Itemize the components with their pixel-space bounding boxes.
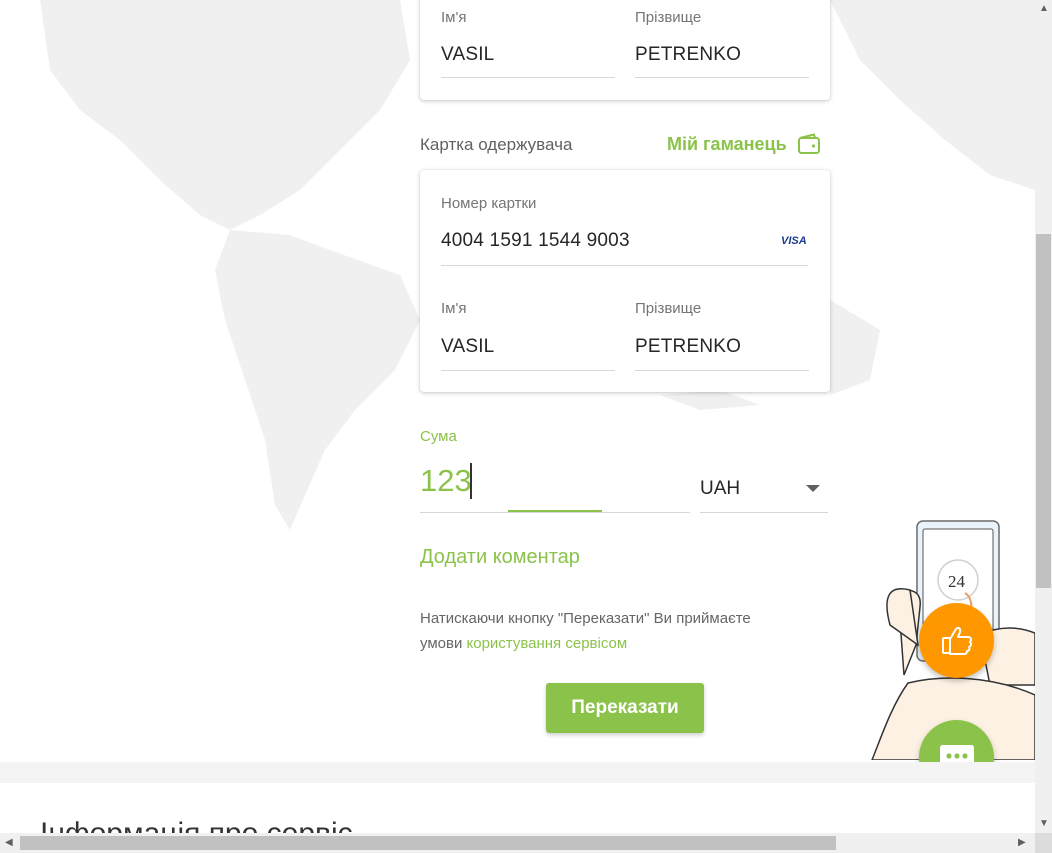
horizontal-scroll-thumb[interactable]	[20, 836, 836, 850]
sender-first-name-underline	[441, 77, 615, 78]
terms-text: Натискаючи кнопку "Переказати" Ви прийма…	[420, 606, 820, 656]
section-divider	[0, 762, 1035, 783]
recipient-first-name-label: Ім'я	[441, 300, 467, 317]
recipient-section-label: Картка одержувача	[420, 135, 573, 154]
scroll-down-arrow-icon[interactable]: ▼	[1039, 818, 1049, 829]
terms-line-1: Натискаючи кнопку "Переказати" Ви прийма…	[420, 610, 751, 627]
card-number-label: Номер картки	[441, 195, 537, 212]
promo-phone-text: 24	[948, 572, 966, 591]
wallet-icon	[797, 133, 820, 154]
amount-focus-underline	[508, 510, 602, 512]
transfer-button[interactable]: Переказати	[546, 683, 704, 733]
recipient-last-name-underline	[635, 370, 809, 371]
terms-link[interactable]: користування сервісом	[467, 635, 628, 652]
vertical-scroll-thumb[interactable]	[1036, 234, 1051, 588]
scroll-right-arrow-icon[interactable]: ▶	[1018, 837, 1026, 848]
recipient-first-name-field[interactable]: VASIL	[441, 336, 494, 358]
vertical-scrollbar[interactable]: ▲ ▼	[1035, 0, 1052, 833]
scrollbar-corner	[1035, 833, 1052, 853]
sender-last-name-field[interactable]: PETRENKO	[635, 44, 741, 66]
text-cursor	[470, 463, 472, 499]
sender-last-name-underline	[635, 77, 809, 78]
currency-value: UAH	[700, 478, 741, 499]
recipient-first-name-underline	[441, 370, 615, 371]
currency-select[interactable]: UAH	[700, 460, 828, 513]
sender-first-name-field[interactable]: VASIL	[441, 44, 494, 66]
currency-underline	[700, 512, 828, 513]
add-comment-link[interactable]: Додати коментар	[420, 546, 580, 569]
my-wallet-label: Мій гаманець	[667, 133, 787, 154]
recipient-last-name-field[interactable]: PETRENKO	[635, 336, 741, 358]
terms-line-2: умови користування сервісом	[420, 631, 820, 656]
amount-underline	[420, 512, 690, 513]
amount-label: Сума	[420, 428, 457, 445]
my-wallet-link[interactable]: Мій гаманець	[667, 133, 821, 155]
recipient-card: Номер картки 4004 1591 1544 9003 VISA Ім…	[420, 170, 830, 392]
scroll-left-arrow-icon[interactable]: ◀	[5, 837, 13, 848]
caret-down-icon	[806, 485, 820, 492]
amount-input[interactable]: 123	[420, 460, 690, 513]
info-heading: Інформація про сервіс	[40, 817, 353, 833]
scroll-up-arrow-icon[interactable]: ▲	[1039, 3, 1049, 14]
recipient-last-name-label: Прізвище	[635, 300, 702, 317]
info-section: Інформація про сервіс	[0, 783, 1035, 833]
visa-logo: VISA	[781, 235, 807, 247]
like-button[interactable]	[919, 603, 994, 678]
horizontal-scrollbar[interactable]: ◀ ▶	[0, 833, 1035, 853]
thumbs-up-icon	[941, 626, 972, 655]
card-number-field[interactable]: 4004 1591 1544 9003	[441, 230, 630, 252]
sender-last-name-label: Прізвище	[635, 9, 702, 26]
card-number-underline	[441, 265, 808, 266]
sender-name-card: Ім'я VASIL Прізвище PETRENKO	[420, 0, 830, 100]
sender-first-name-label: Ім'я	[441, 9, 467, 26]
terms-prefix: умови	[420, 635, 467, 652]
amount-value: 123	[420, 463, 472, 498]
